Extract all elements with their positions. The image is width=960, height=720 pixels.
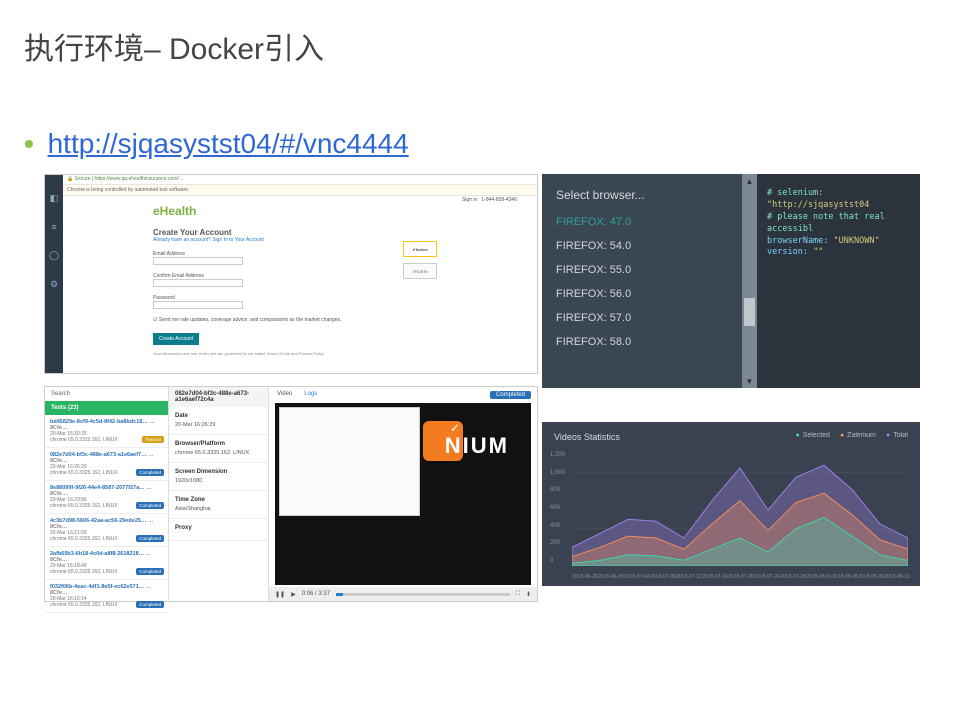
disclaimer-text: Your information and use of this site ar… (153, 351, 447, 356)
url-bar: 🔒 Secure | https://www.qa.ehealthinsuran… (63, 175, 537, 185)
chart-legend: Selected Zalenium Total (795, 432, 908, 439)
automation-banner: Chrome is being controlled by automated … (63, 185, 537, 196)
browser-platform-label: Browser/Platform (175, 441, 262, 447)
test-row[interactable]: 8e88099f-9f26-44e4-8587-2077f27a… …8Cfe…… (45, 481, 168, 514)
circle-icon: ◯ (49, 250, 59, 261)
devtools-sidebar: ◧ ≡ ◯ ⚙ (45, 175, 63, 373)
test-row[interactable]: bd45829e-8cf9-4c5d-8f42-ba8bdc18… …8Cfe…… (45, 415, 168, 448)
timezone-label: Time Zone (175, 497, 262, 503)
tests-header: Tests (23) (45, 401, 168, 415)
screen-dim-label: Screen Dimension (175, 469, 262, 475)
progress-bar[interactable] (336, 593, 510, 596)
scroll-up-icon[interactable]: ▲ (742, 174, 757, 188)
chart-plot (572, 454, 908, 566)
download-icon[interactable]: ⬇ (526, 591, 531, 598)
browser-option[interactable]: FIREFOX: 54.0 (556, 240, 728, 252)
test-row[interactable]: 082e7d04-bf3c-488e-a673-a1e6aef7… …8Cfe…… (45, 448, 168, 481)
terminal-output: # selenium: "http://sjqasystst04 # pleas… (757, 174, 920, 388)
date-value: 20-Mar 16:26:29 (175, 422, 262, 428)
select-browser-header: Select browser... (556, 188, 728, 202)
test-row[interactable]: 4c3b7d98-5606-42aa-ac56-29ede25… …8Cfe…2… (45, 514, 168, 547)
search-label: Search (45, 387, 168, 401)
date-label: Date (175, 413, 262, 419)
browser-option[interactable]: FIREFOX: 56.0 (556, 288, 728, 300)
scroll-thumb[interactable] (744, 298, 755, 326)
browser-option[interactable]: FIREFOX: 58.0 (556, 336, 728, 348)
scroll-down-icon[interactable]: ▼ (742, 374, 757, 388)
vnc-link[interactable]: http://sjqasystst04/#/vnc4444 (48, 128, 409, 159)
selenium-text: NIUM (445, 433, 509, 459)
video-time: 0:06 / 3:37 (302, 591, 330, 597)
gear-icon: ⚙ (50, 279, 58, 290)
menu-icon: ≡ (51, 222, 56, 232)
bullet-icon: • (24, 128, 34, 159)
timezone-value: Asia/Shanghai (175, 506, 262, 512)
legend-selected: Selected (795, 432, 829, 439)
tab-logs[interactable]: Logs (304, 391, 317, 397)
fullscreen-icon[interactable]: ⛶ (516, 591, 520, 598)
email-field[interactable] (153, 257, 243, 265)
zalenium-dashboard: Search Tests (23) bd45829e-8cf9-4c5d-8f4… (44, 386, 538, 602)
scrollbar[interactable]: ▲ ▼ (742, 174, 757, 388)
video-stats-chart: Videos Statistics Selected Zalenium Tota… (542, 422, 920, 586)
browser-option[interactable]: FIREFOX: 47.0 (556, 216, 728, 228)
recorded-browser-frame (279, 407, 420, 516)
norton-badge: ✔ Norton (403, 241, 437, 257)
browser-platform-value: chrome 65.0.3325.162, LINUX (175, 450, 262, 456)
marketing-checkbox-label: Send me rate updates, coverage advice, a… (159, 317, 342, 323)
video-player[interactable]: NIUM (275, 403, 531, 585)
status-badge: Completed (490, 391, 531, 399)
ehealth-logo: eHealth (153, 204, 196, 218)
browser-select-panel: Select browser... FIREFOX: 47.0 FIREFOX:… (542, 174, 920, 388)
proxy-label: Proxy (175, 525, 262, 531)
test-row[interactable]: 2afb69b3-6b18-4c0d-a8f8-2618218… …8Cfe…2… (45, 547, 168, 580)
password-field[interactable] (153, 301, 243, 309)
tab-video[interactable]: Video (277, 391, 292, 397)
create-account-heading: Create Your Account (153, 228, 447, 237)
truste-badge: TRUSTe (403, 263, 437, 279)
link-line: • http://sjqasystst04/#/vnc4444 (24, 128, 960, 160)
play-icon[interactable]: ▶ (291, 591, 296, 598)
create-account-button[interactable]: Create Account (153, 333, 199, 345)
browser-option[interactable]: FIREFOX: 57.0 (556, 312, 728, 324)
test-row[interactable]: f032f06b-4eac-4df1-8e5f-ec62e571… …8Cfe…… (45, 580, 168, 613)
confirm-email-field[interactable] (153, 279, 243, 287)
browser-option[interactable]: FIREFOX: 55.0 (556, 264, 728, 276)
pause-icon[interactable]: ❚❚ (275, 591, 285, 598)
legend-zalenium: Zalenium (840, 432, 876, 439)
screen-dim-value: 1920x1080 (175, 478, 262, 484)
legend-total: Total (886, 432, 908, 439)
dock-icon: ◧ (50, 193, 59, 204)
slide-title: 执行环境– Docker引入 (24, 24, 960, 68)
signin-area: Sign in 1-844-839-4346 (462, 197, 517, 203)
session-id: 082e7d04-bf3c-488e-a673-a1e6aef72c4a (169, 387, 268, 407)
ehealth-screenshot: ◧ ≡ ◯ ⚙ 🔒 Secure | https://www.qa.ehealt… (44, 174, 538, 374)
